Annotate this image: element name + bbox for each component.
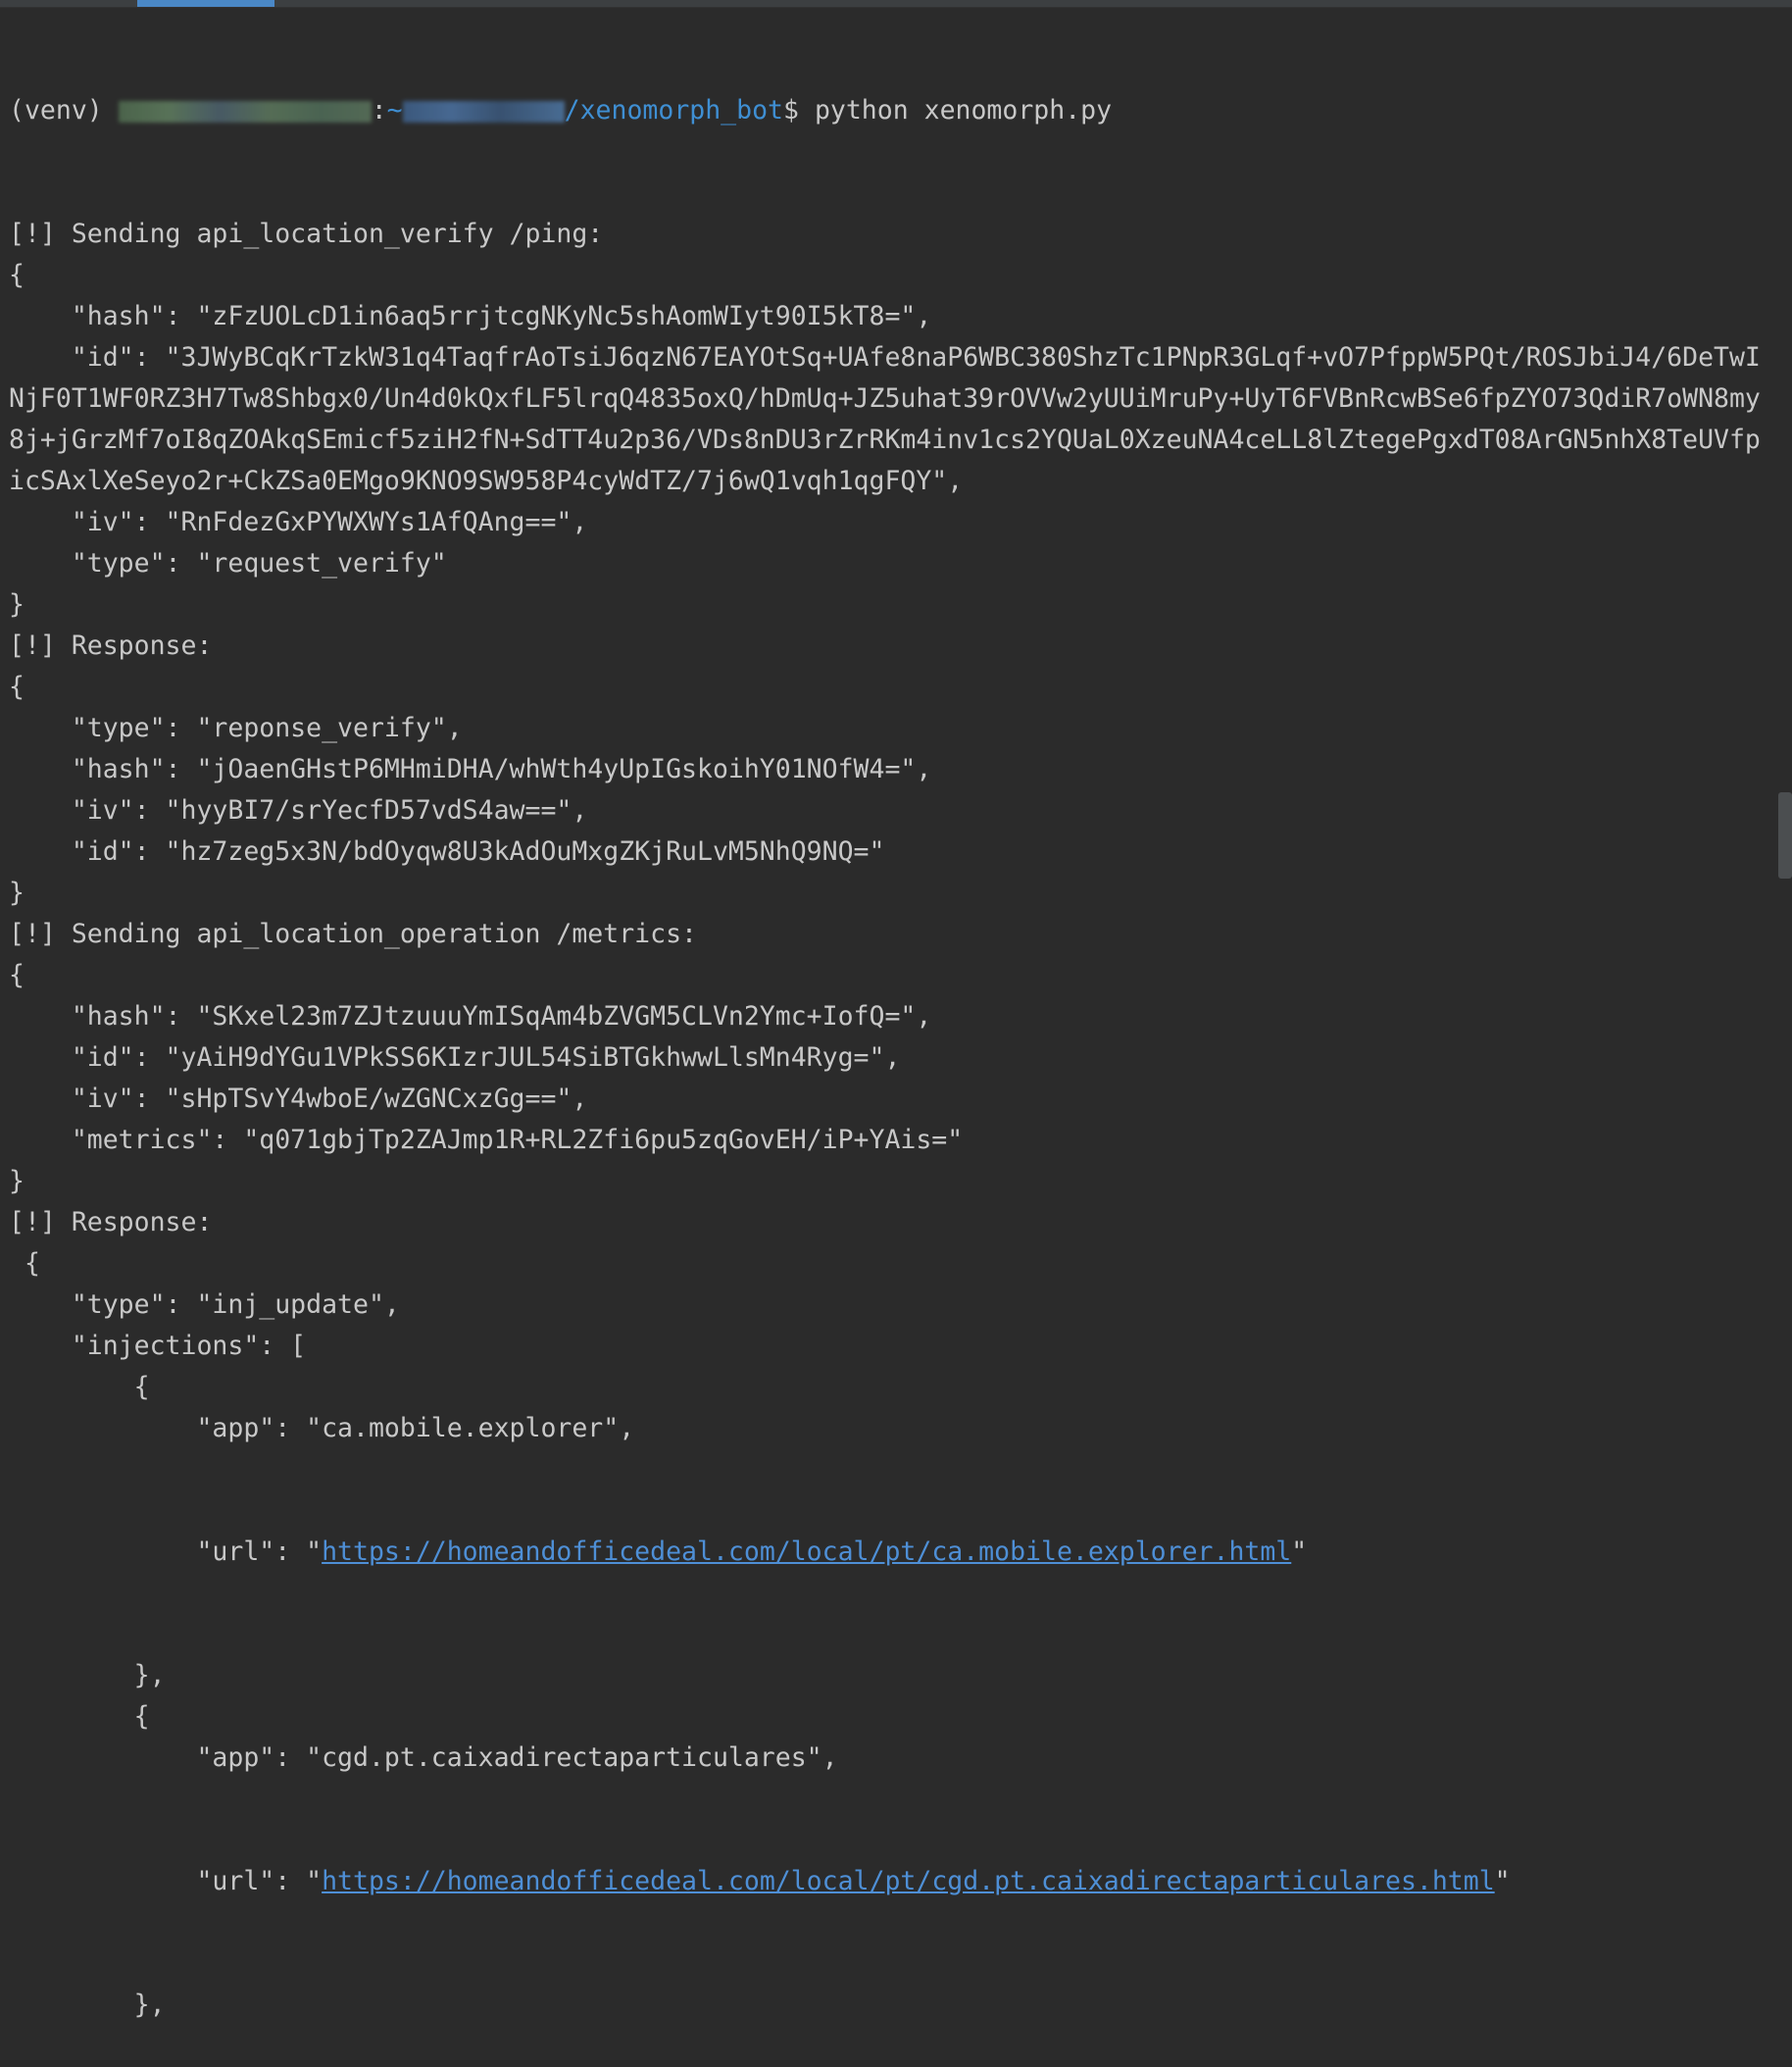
terminal-line: "type": "reponse_verify", [9,713,463,743]
url-quote: " [1291,1537,1308,1567]
terminal-line: "app": "cgd.pt.caixadirectaparticulares"… [9,1742,838,1773]
url-key: "url": " [9,1866,323,1896]
terminal-line: "iv": "RnFdezGxPYWXWYs1AfQAng==", [9,507,588,537]
terminal-line: [!] Response: [9,1207,213,1237]
terminal-line: "app": "ca.mobile.explorer", [9,1413,635,1443]
tab-bar [0,0,1792,8]
shell-prompt: (venv) :~ /xenomorph_bot$ python xenomorp… [9,90,1773,131]
redacted-path [402,100,565,123]
url-line: "url": "https://homeandofficedeal.com/lo… [9,1532,1773,1573]
terminal-line: "iv": "sHpTSvY4wboE/wZGNCxzGg==", [9,1084,588,1114]
url-quote: " [1494,1866,1511,1896]
terminal-line: "hash": "SKxel23m7ZJtzuuuYmISqAm4bZVGM5C… [9,1001,932,1032]
prompt-path: /xenomorph_bot [564,95,784,126]
terminal-line: "id": "3JWyBCqKrTzkW31q4TaqfrAoTsiJ6qzN6… [9,342,1761,373]
terminal-line: { [9,1372,150,1402]
venv-label: (venv) [9,95,103,126]
terminal-line: icSAxlXeSeyo2r+CkZSa0EMgo9KNO9SW958P4cyW… [9,466,964,496]
injection-url-link[interactable]: https://homeandofficedeal.com/local/pt/c… [322,1866,1495,1896]
injection-url-link[interactable]: https://homeandofficedeal.com/local/pt/c… [322,1537,1291,1567]
vertical-scrollbar[interactable] [1778,792,1792,879]
command-text: python xenomorph.py [798,95,1113,126]
terminal-output[interactable]: (venv) :~ /xenomorph_bot$ python xenomorp… [9,8,1773,2067]
terminal-line: "id": "hz7zeg5x3N/bdOyqw8U3kAdOuMxgZKjRu… [9,836,885,867]
terminal-line: "injections": [ [9,1331,307,1361]
terminal-line: { [9,960,25,990]
terminal-line: } [9,878,25,908]
terminal-line: "iv": "hyyBI7/srYecfD57vdS4aw==", [9,795,588,826]
url-line: "url": "https://homeandofficedeal.com/lo… [9,1861,1773,1902]
terminal-line: } [9,1166,25,1196]
redacted-username [118,100,372,123]
active-tab-indicator[interactable] [137,0,274,7]
terminal-line: 8j+jGrzMf7oI8qZOAkqSEmicf5ziH2fN+SdTT4u2… [9,425,1761,455]
terminal-line: [!] Sending api_location_operation /metr… [9,919,697,949]
terminal-line: } [9,589,25,620]
terminal-line: { [9,1701,150,1732]
terminal-line: { [9,260,25,290]
terminal-line: "type": "inj_update", [9,1289,400,1320]
terminal-line: "hash": "zFzUOLcD1in6aq5rrjtcgNKyNc5shAo… [9,301,932,331]
terminal-line: { [9,1248,40,1279]
terminal-line: "type": "request_verify" [9,548,447,579]
prompt-colon: : [371,95,387,126]
terminal-line: [!] Sending api_location_verify /ping: [9,219,604,249]
prompt-tilde: ~ [386,95,403,126]
terminal-line: "hash": "jOaenGHstP6MHmiDHA/whWth4yUpIGs… [9,754,932,784]
terminal-line: "id": "yAiH9dYGu1VPkSS6KIzrJUL54SiBTGkhw… [9,1042,901,1073]
terminal-line: "metrics": "q071gbjTp2ZAJmp1R+RL2Zfi6pu5… [9,1125,964,1155]
url-key: "url": " [9,1537,323,1567]
terminal-line: }, [9,1990,166,2020]
terminal-line: }, [9,1660,166,1690]
prompt-dollar: $ [783,95,799,126]
terminal-line: { [9,672,25,702]
terminal-line: [!] Response: [9,630,213,661]
terminal-line: NjF0T1WF0RZ3H7Tw8Shbgx0/Un4d0kQxfLF5lrqQ… [9,383,1761,414]
